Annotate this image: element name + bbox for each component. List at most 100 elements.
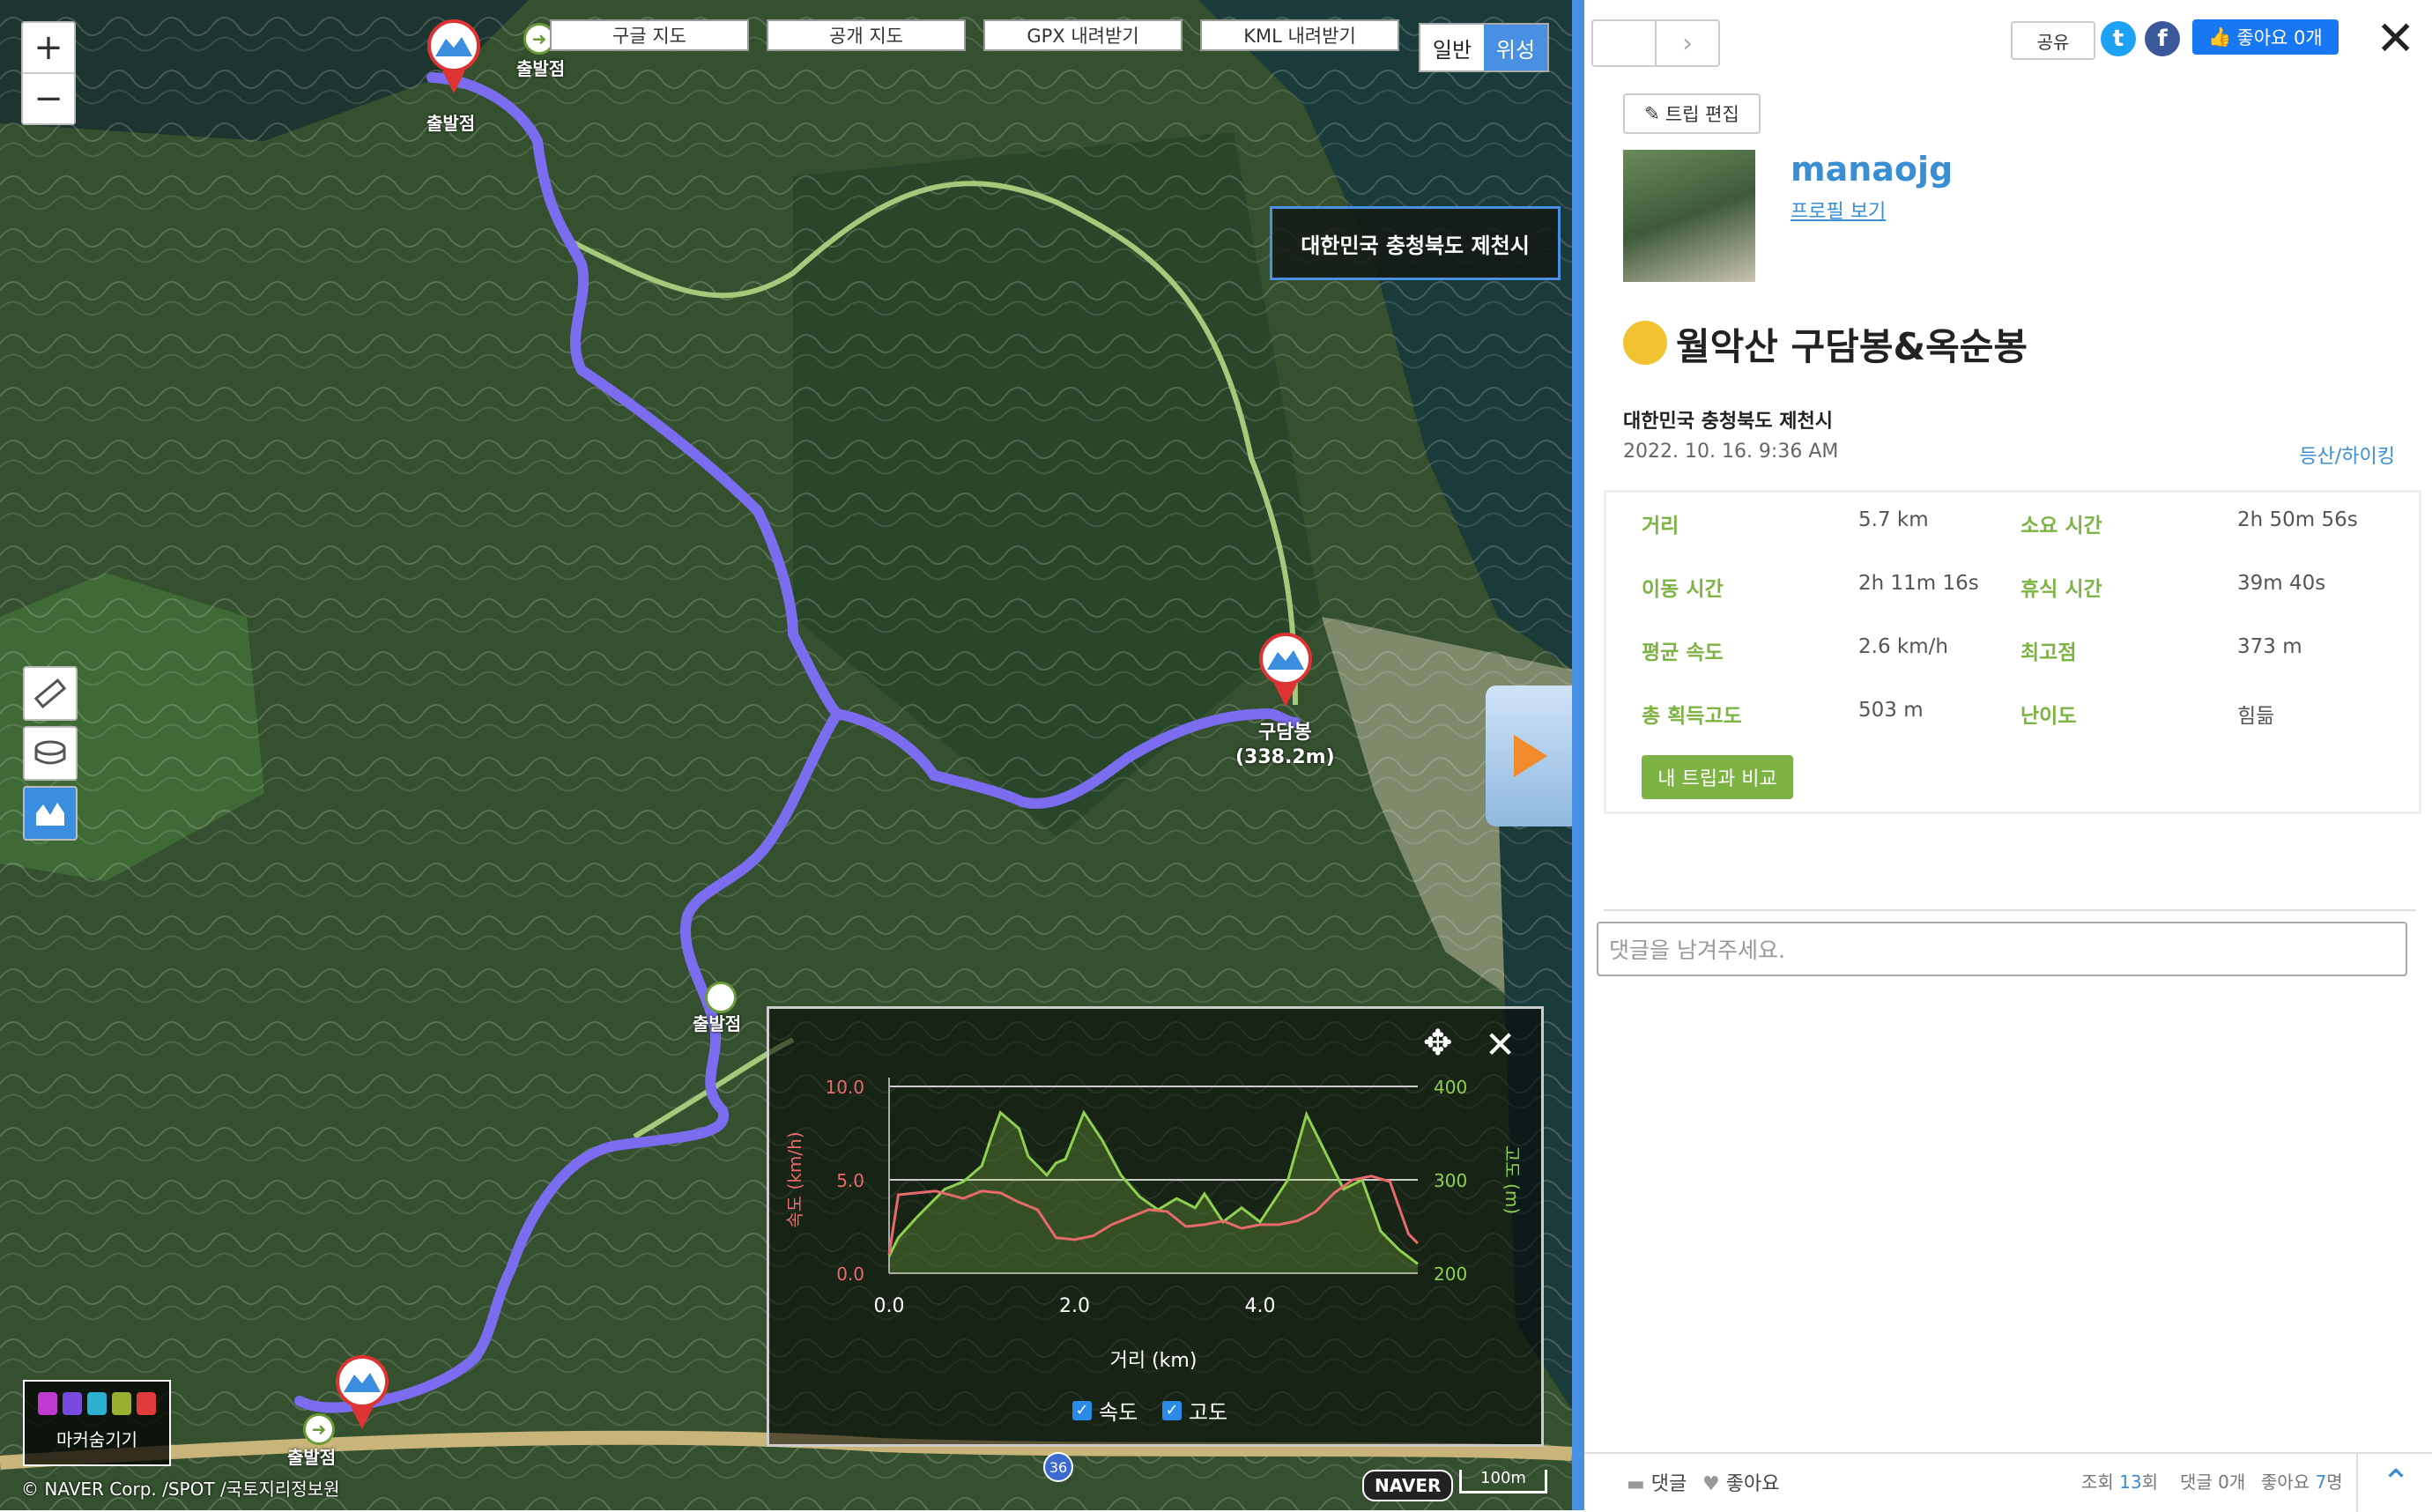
y-right-axis-label: 고도 (m) (1501, 1145, 1523, 1214)
waypoint-label: 출발점 (693, 1013, 742, 1034)
map-copyright: © NAVER Corp. /SPOT /국토지리정보원 (21, 1479, 340, 1500)
marker-hide-button[interactable]: 마커숨기기 (23, 1380, 171, 1466)
photo-marker-icon (38, 1392, 57, 1415)
like-count: 좋아요 7명 (2261, 1468, 2343, 1493)
speed-checkbox[interactable]: ✓ 속도 (1072, 1395, 1138, 1426)
y-left-tick-label: 0.0 (836, 1264, 864, 1285)
waypoint-label: 출발점 (426, 113, 476, 134)
panel-divider (1572, 0, 1584, 1510)
x-axis-label: 거리 (km) (1110, 1350, 1197, 1372)
facebook-like-button[interactable]: 👍 좋아요 0개 (2192, 19, 2339, 55)
close-elevation-icon[interactable]: ✕ (1485, 1023, 1516, 1066)
altitude-checkbox[interactable]: ✓ 고도 (1162, 1395, 1227, 1426)
stat-value: 2.6 km/h (1858, 635, 1948, 658)
view-count-label: 조회 (2081, 1471, 2114, 1493)
google-map-button[interactable]: 구글 지도 (550, 19, 749, 51)
trip-nav: › (1591, 19, 1720, 67)
trip-stats: 거리 5.7 km 소요 시간 2h 50m 56s 이동 시간 2h 11m … (1604, 490, 2421, 814)
peak-label: 구담봉 (338.2m) (1235, 721, 1335, 770)
peak-elevation: (338.2m) (1235, 746, 1335, 768)
marker-hide-label: 마커숨기기 (56, 1429, 137, 1450)
start-marker-icon[interactable] (423, 18, 485, 97)
share-button[interactable]: 공유 (2011, 21, 2095, 60)
facebook-icon[interactable]: f (2145, 21, 2180, 56)
play-arrow-icon (1514, 735, 1547, 777)
zoom-in-button[interactable]: + (23, 23, 74, 72)
prev-trip-button[interactable] (1593, 21, 1655, 65)
zoom-control: + − (21, 21, 76, 125)
elevation-chart-icon[interactable] (23, 786, 78, 841)
start-point-icon[interactable]: ➜ (303, 1413, 335, 1445)
comment-input[interactable]: 댓글을 남겨주세요. (1597, 922, 2407, 976)
altitude-area (889, 1112, 1418, 1273)
trip-location: 대한민국 충청북도 제천시 (1623, 411, 1833, 433)
note-marker-icon (112, 1392, 131, 1415)
stat-label: 평균 속도 (1642, 641, 1724, 664)
kml-download-button[interactable]: KML 내려받기 (1200, 19, 1399, 51)
stat-label: 휴식 시간 (2020, 578, 2102, 601)
map-type-normal-button[interactable]: 일반 (1420, 25, 1484, 70)
map-type-satellite-button[interactable]: 위성 (1484, 25, 1547, 70)
stat-label: 최고점 (2020, 641, 2077, 664)
waypoint-label: 출발점 (516, 58, 566, 79)
road-number-badge: 36 (1043, 1452, 1073, 1482)
trip-sidebar: › 공유 t f 👍 좋아요 0개 ✕ ✎ 트립 편집 manaojg 프로필 … (1584, 0, 2432, 1512)
y-right-tick-label: 200 (1434, 1264, 1467, 1285)
naver-logo: NAVER (1362, 1470, 1454, 1501)
avatar[interactable] (1623, 150, 1755, 282)
view-count-unit: 회 (2141, 1471, 2159, 1493)
profile-link[interactable]: 프로필 보기 (1791, 196, 1886, 224)
next-trip-button[interactable]: › (1655, 21, 1718, 65)
video-marker-icon (63, 1392, 82, 1415)
zoom-out-button[interactable]: − (23, 72, 74, 123)
terrain-icon[interactable] (23, 726, 78, 781)
elevation-panel[interactable]: 0.0 5.0 10.0 200 300 400 0.0 2.0 4.0 거리 (km) 속도 (k… (767, 1006, 1544, 1447)
trip-category-link[interactable]: 등산/하이킹 (2299, 441, 2395, 469)
comment-button[interactable]: ▬ 댓글 (1627, 1468, 1687, 1496)
hiking-category-icon (1623, 321, 1667, 365)
like-button-label: 좋아요 (1725, 1473, 1780, 1495)
end-marker-icon[interactable] (331, 1353, 393, 1433)
y-right-tick-label: 400 (1434, 1077, 1467, 1098)
view-count-value: 13 (2119, 1471, 2142, 1493)
map-view[interactable]: 출발점 ➜ 출발점 구담봉 (338.2m) 출발점 ➜ 출발점 36 + − … (0, 0, 1572, 1510)
comment-icon: ▬ (1627, 1473, 1645, 1495)
stat-value: 503 m (1858, 699, 1924, 722)
divider (1604, 909, 2416, 911)
ruler-icon[interactable] (23, 666, 78, 721)
pencil-icon: ✎ (1644, 103, 1660, 124)
x-tick-label: 2.0 (1059, 1295, 1090, 1317)
stat-value: 2h 11m 16s (1858, 572, 1979, 595)
marker-type-icons (25, 1392, 169, 1415)
altitude-checkbox-label: 고도 (1189, 1400, 1228, 1425)
flag-marker-icon (137, 1392, 156, 1415)
y-left-tick-label: 10.0 (825, 1077, 864, 1098)
comment-button-label: 댓글 (1650, 1473, 1687, 1495)
gpx-download-button[interactable]: GPX 내려받기 (983, 19, 1183, 51)
map-scale: 100m (1459, 1470, 1547, 1493)
y-right-tick-label: 300 (1434, 1170, 1467, 1191)
close-icon[interactable]: ✕ (2376, 11, 2415, 66)
move-icon[interactable]: ✥ (1423, 1023, 1453, 1064)
panel-toggle-button[interactable] (1486, 686, 1572, 826)
open-map-button[interactable]: 공개 지도 (767, 19, 966, 51)
like-button[interactable]: ♥ 좋아요 (1702, 1468, 1779, 1496)
waypoint-icon[interactable] (705, 982, 737, 1013)
peak-marker-icon[interactable] (1255, 631, 1316, 710)
twitter-icon[interactable]: t (2101, 21, 2136, 56)
stat-label: 총 획득고도 (1642, 705, 1742, 728)
scroll-top-icon[interactable]: ⌃ (2356, 1454, 2432, 1512)
edit-trip-button[interactable]: ✎ 트립 편집 (1623, 93, 1761, 134)
stat-label: 이동 시간 (1642, 578, 1724, 601)
stat-label: 소요 시간 (2020, 515, 2102, 537)
compare-trip-button[interactable]: 내 트립과 비교 (1642, 755, 1793, 799)
x-tick-label: 4.0 (1245, 1295, 1276, 1317)
pin-marker-icon (87, 1392, 107, 1415)
speed-checkbox-label: 속도 (1099, 1400, 1138, 1425)
like-count-label: 좋아요 (2261, 1471, 2310, 1493)
trip-title: 월악산 구담봉&옥순봉 (1676, 325, 2028, 368)
stat-value: 39m 40s (2237, 572, 2326, 595)
checkbox-checked-icon: ✓ (1072, 1400, 1092, 1420)
edit-trip-label: 트립 편집 (1665, 104, 1739, 125)
username[interactable]: manaojg (1791, 150, 1953, 189)
